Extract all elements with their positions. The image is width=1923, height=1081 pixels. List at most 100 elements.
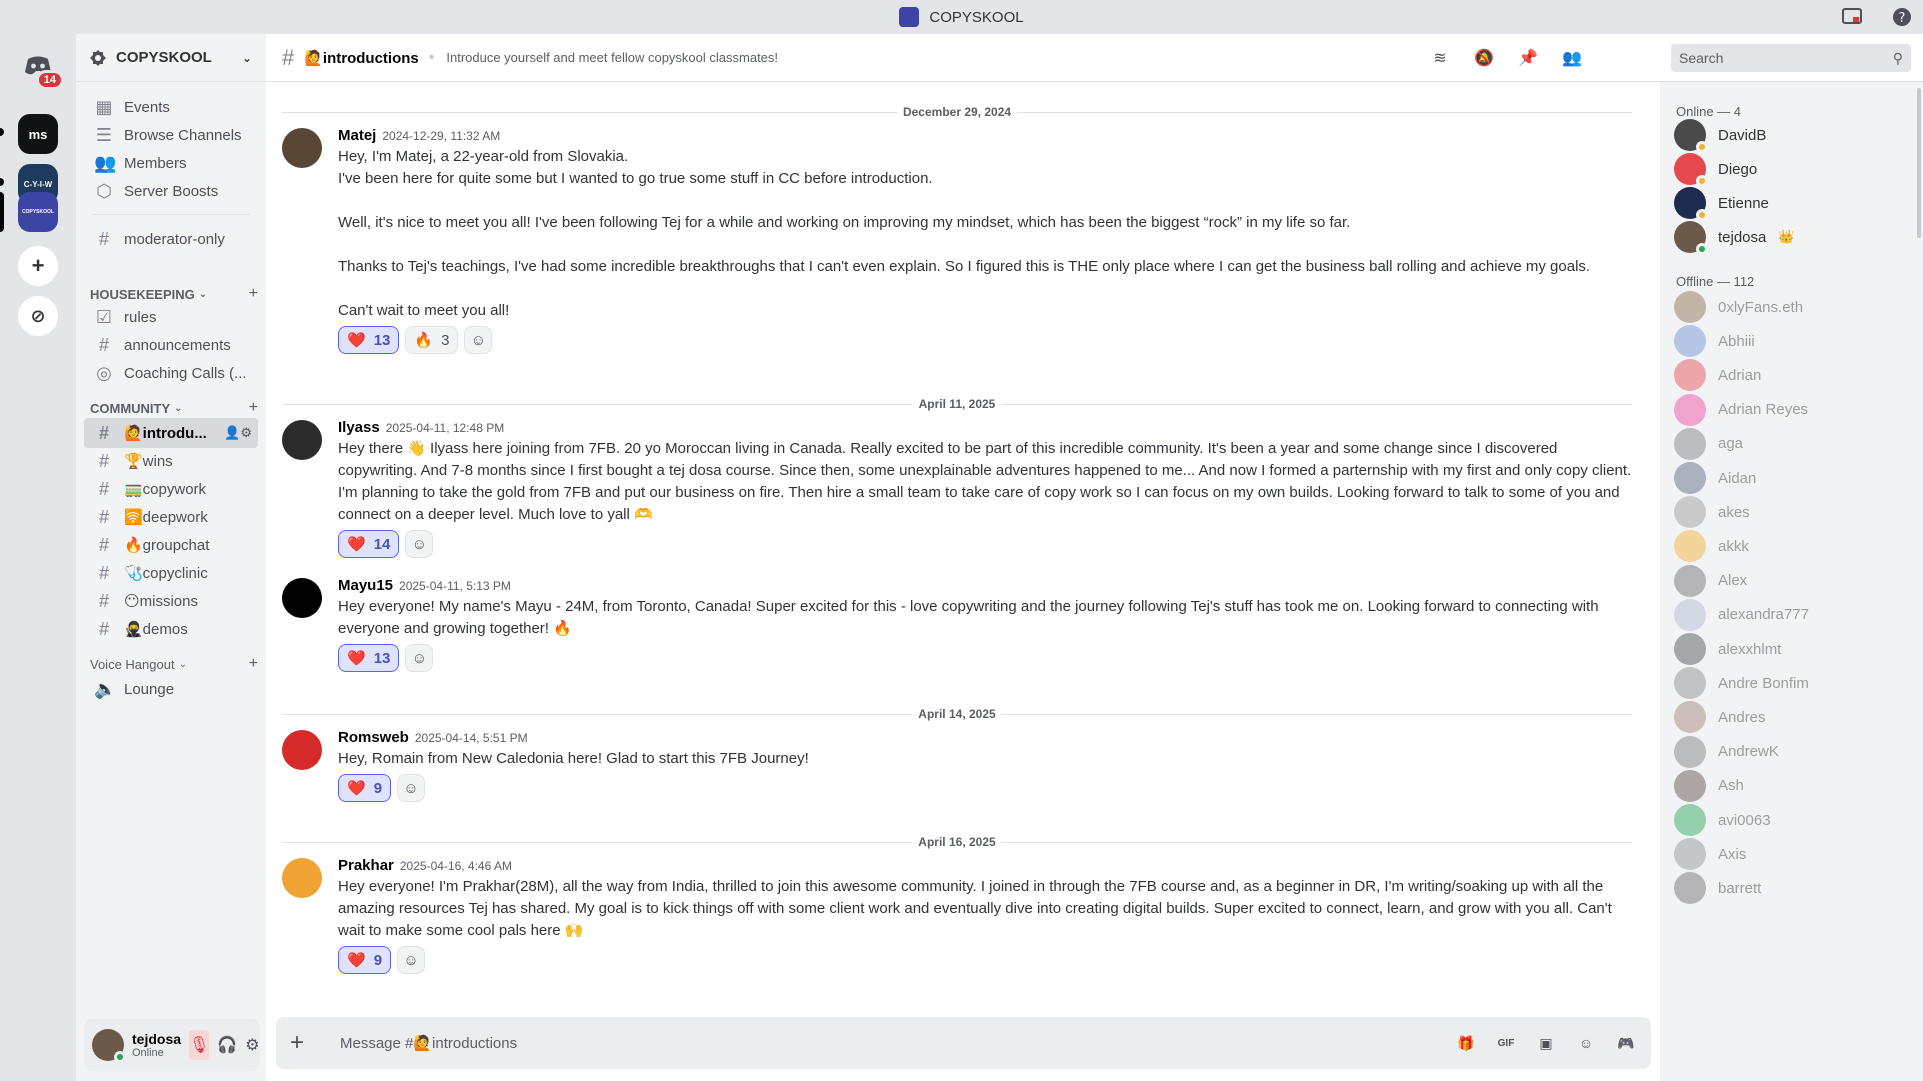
member-item[interactable]: AndrewK: [1674, 735, 1779, 769]
message[interactable]: Prakhar 2025-04-16, 4:46 AM Hey everyone!…: [282, 856, 1632, 974]
user-info[interactable]: tejdosa Online: [132, 1031, 181, 1059]
channel-coaching-calls[interactable]: ◎ Coaching Calls (...: [84, 358, 258, 388]
guild-header[interactable]: COPYSKOOL ⌄: [76, 34, 266, 82]
member-item[interactable]: avi0063: [1674, 803, 1771, 837]
reaction-heart[interactable]: ❤️ 14: [338, 530, 400, 558]
add-channel-icon[interactable]: +: [249, 655, 258, 673]
avatar[interactable]: [282, 858, 322, 898]
member-item[interactable]: akkk: [1674, 529, 1749, 563]
member-item[interactable]: DavidB: [1674, 118, 1766, 153]
message-author[interactable]: Prakhar: [338, 857, 394, 874]
message[interactable]: Ilyass 2025-04-11, 12:48 PM Hey there 👋 I…: [282, 418, 1632, 558]
message-author[interactable]: Ilyass: [338, 419, 380, 436]
gift-icon[interactable]: 🎁: [1455, 1032, 1477, 1054]
add-channel-icon[interactable]: +: [249, 285, 258, 303]
scrollbar[interactable]: [1917, 88, 1921, 238]
category-community[interactable]: COMMUNITY ⌄ +: [90, 398, 258, 418]
member-item[interactable]: Alex: [1674, 564, 1747, 598]
sidebar-item-server-boosts[interactable]: ⬡ Server Boosts: [84, 176, 258, 206]
member-list-icon[interactable]: 👥: [1561, 47, 1583, 69]
threads-icon[interactable]: ≋: [1429, 47, 1451, 69]
sidebar-item-events[interactable]: ▦ Events: [84, 92, 258, 122]
pin-icon[interactable]: 📌: [1517, 47, 1539, 69]
category-voice-hangout[interactable]: Voice Hangout ⌄ +: [90, 654, 258, 674]
help-icon[interactable]: ?: [1891, 6, 1913, 28]
member-item[interactable]: akes: [1674, 495, 1750, 529]
channel-demos[interactable]: # 🥷demos: [84, 614, 258, 644]
avatar[interactable]: [282, 420, 322, 460]
sidebar-item-members[interactable]: 👥 Members: [84, 148, 258, 178]
discover-button[interactable]: ⊘: [18, 296, 58, 336]
invite-gear-icons[interactable]: 👤⚙: [224, 425, 252, 441]
channel-announcements[interactable]: # announcements: [84, 330, 258, 360]
avatar[interactable]: [282, 128, 322, 168]
server-copyskool[interactable]: COPYSKOOL: [18, 192, 58, 232]
message-input[interactable]: Message #🙋introductions: [340, 1034, 517, 1052]
member-item[interactable]: Ash: [1674, 769, 1744, 803]
reaction-heart[interactable]: ❤️ 9: [338, 946, 392, 974]
channel-missions[interactable]: # 😶missions: [84, 586, 258, 616]
member-item[interactable]: tejdosa 👑: [1674, 220, 1795, 255]
add-reaction-button[interactable]: ☺: [397, 774, 426, 802]
member-item[interactable]: Adrian: [1674, 358, 1761, 392]
member-item[interactable]: Andres: [1674, 700, 1766, 734]
member-item[interactable]: Andre Bonfim: [1674, 666, 1809, 700]
reaction-heart[interactable]: ❤️ 9: [338, 774, 392, 802]
message-author[interactable]: Romsweb: [338, 729, 409, 746]
message[interactable]: Romsweb 2025-04-14, 5:51 PM Hey, Romain f…: [282, 728, 1632, 802]
member-item[interactable]: Abhiii: [1674, 324, 1755, 358]
category-housekeeping[interactable]: HOUSEKEEPING ⌄ +: [90, 284, 258, 304]
member-item[interactable]: Aidan: [1674, 461, 1756, 495]
channel-moderator-only[interactable]: # moderator-only: [84, 224, 258, 254]
upload-plus-icon[interactable]: +: [290, 1029, 320, 1057]
reaction-fire[interactable]: 🔥 3: [405, 326, 459, 354]
channel-rules[interactable]: ☑ rules: [84, 302, 258, 332]
message-author[interactable]: Matej: [338, 127, 376, 144]
message-composer[interactable]: + Message #🙋introductions 🎁 GIF ▣ ☺ 🎮: [276, 1017, 1651, 1069]
add-reaction-button[interactable]: ☺: [405, 530, 434, 558]
apps-icon[interactable]: 🎮: [1615, 1032, 1637, 1054]
channel-groupchat[interactable]: # 🔥groupchat: [84, 530, 258, 560]
avatar[interactable]: [92, 1029, 126, 1063]
message[interactable]: Matej 2024-12-29, 11:32 AM Hey, I'm Matej…: [282, 126, 1632, 354]
channel-copywork[interactable]: # 🚃copywork: [84, 474, 258, 504]
search-input[interactable]: Search ⚲: [1671, 44, 1911, 72]
member-item[interactable]: Axis: [1674, 837, 1746, 871]
user-settings-button[interactable]: ⚙: [245, 1030, 259, 1060]
direct-messages-button[interactable]: 14: [18, 46, 64, 90]
emoji-icon[interactable]: ☺: [1575, 1032, 1597, 1054]
reaction-heart[interactable]: ❤️ 13: [338, 326, 400, 354]
channel-wins[interactable]: # 🏆wins: [84, 446, 258, 476]
channel-deepwork[interactable]: # 🛜deepwork: [84, 502, 258, 532]
add-reaction-button[interactable]: ☺: [397, 946, 426, 974]
voice-channel-lounge[interactable]: 🔈 Lounge: [84, 674, 258, 704]
server-ms[interactable]: ms: [18, 114, 58, 154]
member-item[interactable]: Diego: [1674, 152, 1757, 187]
add-server-button[interactable]: +: [18, 246, 58, 286]
channel-copyclinic[interactable]: # 🩺copyclinic: [84, 558, 258, 588]
member-item[interactable]: alexandra777: [1674, 598, 1809, 632]
add-channel-icon[interactable]: +: [249, 399, 258, 417]
sticker-icon[interactable]: ▣: [1535, 1032, 1557, 1054]
gif-icon[interactable]: GIF: [1495, 1032, 1517, 1054]
inbox-icon[interactable]: [1841, 6, 1863, 28]
add-reaction-button[interactable]: ☺: [464, 326, 493, 354]
notifications-muted-icon[interactable]: 🔕: [1473, 47, 1495, 69]
member-item[interactable]: 0xlyFans.eth: [1674, 290, 1803, 324]
member-item[interactable]: Etienne: [1674, 186, 1769, 221]
reaction-heart[interactable]: ❤️ 13: [338, 644, 400, 672]
avatar[interactable]: [282, 578, 322, 618]
sidebar-item-browse-channels[interactable]: ☰ Browse Channels: [84, 120, 258, 150]
add-reaction-button[interactable]: ☺: [405, 644, 434, 672]
message[interactable]: Mayu15 2025-04-11, 5:13 PM Hey everyone! …: [282, 576, 1632, 672]
member-item[interactable]: aga: [1674, 427, 1743, 461]
message-author[interactable]: Mayu15: [338, 577, 393, 594]
avatar[interactable]: [282, 730, 322, 770]
member-item[interactable]: barrett: [1674, 871, 1761, 905]
member-item[interactable]: Adrian Reyes: [1674, 393, 1808, 427]
mute-mic-button[interactable]: 🎙: [189, 1030, 210, 1060]
channel-introductions[interactable]: # 🙋introdu... 👤⚙: [84, 418, 258, 448]
deafen-button[interactable]: 🎧: [217, 1030, 237, 1060]
member-item[interactable]: alexxhlmt: [1674, 632, 1781, 666]
channel-topic[interactable]: Introduce yourself and meet fellow copys…: [446, 50, 778, 65]
